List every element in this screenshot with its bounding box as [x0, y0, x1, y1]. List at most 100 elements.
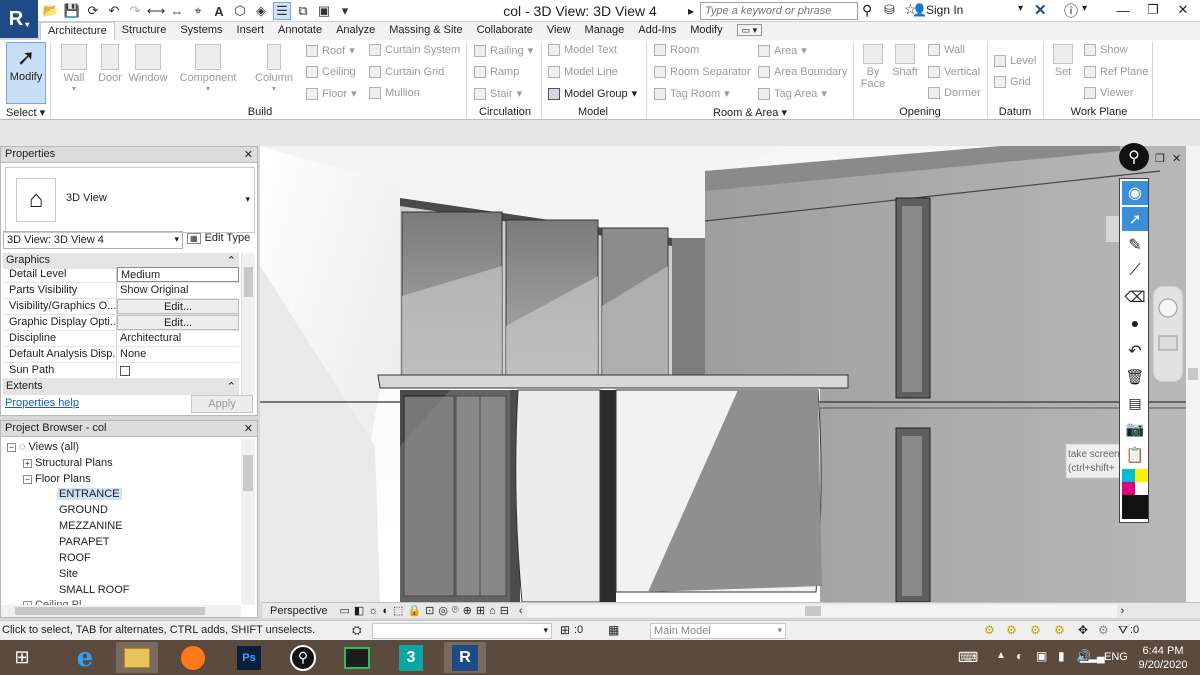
- tray-network-shield-icon[interactable]: ▣: [1036, 649, 1047, 663]
- analysis-icon[interactable]: ⊕: [463, 604, 472, 617]
- show-hidden-icons[interactable]: ▲: [996, 650, 1006, 661]
- tab-modify[interactable]: Modify: [683, 22, 729, 40]
- temp-hide-icon[interactable]: ◎: [438, 604, 448, 617]
- color-swatch-magenta[interactable]: [1122, 482, 1135, 495]
- tree-node-roof[interactable]: ROOF: [59, 552, 91, 564]
- search-expand-icon[interactable]: ▸: [688, 4, 694, 18]
- tag-room-button[interactable]: Tag Room ▾: [654, 87, 730, 100]
- scroll-right-icon[interactable]: ›: [1121, 605, 1125, 617]
- vertical-opening-button[interactable]: Vertical: [928, 66, 980, 78]
- railing-button[interactable]: Railing ▾: [474, 44, 533, 57]
- taskbar-3ds-max[interactable]: 3: [390, 642, 432, 673]
- room-area-panel-label[interactable]: Room & Area ▾: [700, 106, 800, 119]
- pen-icon[interactable]: ⟋: [1122, 259, 1148, 283]
- filter-icon[interactable]: ⛛: [1118, 623, 1128, 638]
- sun-path-icon[interactable]: ☼: [368, 605, 378, 617]
- measure-icon[interactable]: ⟷: [147, 2, 166, 20]
- discipline-value[interactable]: Architectural: [117, 331, 239, 346]
- tab-add-ins[interactable]: Add-Ins: [631, 22, 683, 40]
- taskbar-photoshop[interactable]: Ps: [228, 642, 270, 673]
- grid-button[interactable]: Grid: [994, 76, 1031, 88]
- stair-button[interactable]: Stair ▾: [474, 87, 522, 100]
- tree-node-ground[interactable]: GROUND: [59, 504, 108, 516]
- select-links-icon[interactable]: ⚙: [984, 623, 995, 637]
- dimension-icon[interactable]: ⇔: [168, 2, 186, 20]
- room-button[interactable]: Room: [654, 44, 699, 56]
- signin-dropdown-icon[interactable]: ▾: [1018, 3, 1023, 14]
- tree-node-parapet[interactable]: PARAPET: [59, 536, 110, 548]
- window-button[interactable]: Window: [126, 44, 170, 84]
- view-instance-dropdown[interactable]: 3D View: 3D View 4 ▾: [3, 231, 183, 249]
- tree-node-structural-plans[interactable]: + Structural Plans: [23, 457, 113, 469]
- touch-keyboard-icon[interactable]: ⌨: [958, 649, 978, 666]
- scrollbar-thumb[interactable]: [243, 455, 253, 491]
- tab-insert[interactable]: Insert: [230, 22, 272, 40]
- board-icon[interactable]: ▤: [1122, 391, 1148, 415]
- workset-dropdown[interactable]: ▾: [372, 623, 552, 639]
- help-dropdown-icon[interactable]: ▾: [1082, 3, 1087, 14]
- eraser-icon[interactable]: ⌫: [1122, 285, 1148, 309]
- design-options-icon[interactable]: ▦: [608, 623, 619, 637]
- by-face-button[interactable]: By Face: [858, 44, 888, 90]
- column-button[interactable]: Column ▾: [252, 44, 296, 93]
- tree-node-entrance[interactable]: ENTRANCE: [57, 488, 122, 500]
- visual-style-icon[interactable]: ◧: [354, 604, 364, 617]
- binoculars-icon[interactable]: ⚲: [862, 2, 872, 19]
- sign-in-link[interactable]: Sign In: [926, 3, 963, 17]
- tree-node-site[interactable]: Site: [59, 568, 78, 580]
- viewport-restore-icon[interactable]: ❐: [1155, 152, 1165, 165]
- parts-visibility-value[interactable]: Show Original: [117, 283, 239, 298]
- model-group-button[interactable]: Model Group ▾: [548, 87, 637, 100]
- background-process-icon[interactable]: ⚙: [1098, 623, 1109, 637]
- expand-icon[interactable]: +: [23, 458, 32, 468]
- scrollbar-thumb[interactable]: [15, 607, 205, 615]
- color-palette[interactable]: [1122, 469, 1148, 519]
- tab-massing-site[interactable]: Massing & Site: [382, 22, 469, 40]
- taskbar-firefox[interactable]: [172, 642, 214, 673]
- taskbar-screen-recorder[interactable]: [336, 642, 378, 673]
- workset-icon[interactable]: ⛭: [352, 623, 362, 638]
- curtain-system-button[interactable]: Curtain System: [369, 44, 460, 56]
- constraints-icon[interactable]: ⊟: [500, 604, 509, 617]
- detail-level-field[interactable]: Medium: [117, 267, 239, 282]
- visibility-graphics-edit-button[interactable]: Edit...: [117, 299, 239, 314]
- app-menu-button[interactable]: R ▾: [0, 0, 38, 38]
- viewer-button[interactable]: Viewer: [1084, 87, 1133, 99]
- shaft-button[interactable]: Shaft: [890, 44, 920, 78]
- highlight-displacement-icon[interactable]: ⊞: [476, 604, 485, 617]
- sync-icon[interactable]: ⟳: [84, 2, 102, 20]
- floor-button[interactable]: Floor ▾: [306, 87, 357, 100]
- close-window-button[interactable]: ✕: [1168, 0, 1198, 20]
- dormer-button[interactable]: Dormer: [928, 87, 981, 99]
- roof-button[interactable]: Roof ▾: [306, 44, 355, 57]
- tree-node-views[interactable]: − ◌ Views (all): [7, 441, 79, 453]
- start-button[interactable]: ⊞: [0, 642, 44, 673]
- scrollbar-thumb[interactable]: [1188, 368, 1198, 380]
- extents-category-header[interactable]: Extents ⌃: [3, 379, 239, 395]
- color-swatch-yellow[interactable]: [1135, 469, 1148, 482]
- 3d-view-icon[interactable]: ⬡: [231, 2, 249, 20]
- tab-analyze[interactable]: Analyze: [329, 22, 382, 40]
- 3d-viewport[interactable]: take screen (ctrl+shift+ ❐ ✕: [260, 146, 1200, 602]
- select-panel-label[interactable]: Select ▾: [6, 106, 45, 119]
- shadows-icon[interactable]: ◐: [382, 605, 389, 617]
- trash-icon[interactable]: 🗑: [1122, 365, 1148, 389]
- close-hidden-icon[interactable]: ⧉: [294, 2, 312, 20]
- annotation-tool-logo-icon[interactable]: ⚲: [1119, 143, 1149, 171]
- graphic-display-edit-button[interactable]: Edit...: [117, 315, 239, 330]
- type-selector[interactable]: ⌂ 3D View ▾: [5, 167, 255, 233]
- browser-hscrollbar[interactable]: [1, 605, 241, 617]
- tab-architecture[interactable]: Architecture: [40, 22, 115, 40]
- taskbar-internet-explorer[interactable]: e: [64, 642, 106, 673]
- component-button[interactable]: Component ▾: [178, 44, 238, 93]
- ribbon-minimize-toggle[interactable]: ▭ ▾: [730, 22, 770, 40]
- scroll-left-icon[interactable]: ‹: [519, 605, 523, 617]
- customize-qat-icon[interactable]: ▾: [336, 2, 354, 20]
- close-icon[interactable]: ✕: [244, 422, 253, 435]
- color-swatch-cyan[interactable]: [1122, 469, 1135, 482]
- reveal-hidden-icon[interactable]: ⌾: [452, 604, 459, 617]
- browser-scrollbar[interactable]: [241, 439, 255, 605]
- properties-scrollbar[interactable]: [241, 253, 255, 395]
- tree-node-small-roof[interactable]: SMALL ROOF: [59, 584, 130, 596]
- room-separator-button[interactable]: Room Separator: [654, 66, 751, 78]
